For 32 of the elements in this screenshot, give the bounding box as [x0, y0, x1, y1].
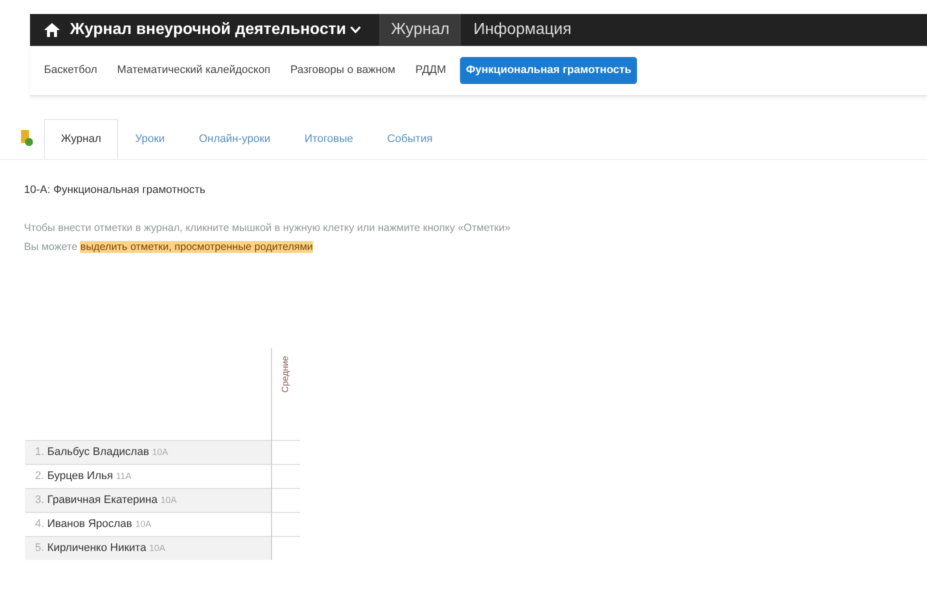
- hint-text: Вы можете: [24, 241, 78, 254]
- journal-icon: [20, 129, 34, 147]
- student-name: Кирличенко Никита 10А: [47, 542, 166, 554]
- grade-cell[interactable]: [271, 536, 300, 560]
- caret-icon: [350, 26, 362, 34]
- student-name: Бурцев Илья 11А: [47, 470, 132, 482]
- grade-cell[interactable]: [271, 440, 300, 464]
- row-number: 5.: [35, 542, 44, 554]
- nav-link[interactable]: Журнал: [379, 14, 462, 46]
- highlight-link[interactable]: выделить отметки, просмотренные родителями: [80, 241, 313, 254]
- row-number: 3.: [35, 494, 44, 506]
- student-name: Гравичная Екатерина 10А: [47, 494, 177, 506]
- nav-link[interactable]: Информация: [461, 14, 584, 46]
- student-name: Бальбус Владислав 10А: [47, 446, 168, 458]
- row-number: 2.: [35, 470, 44, 482]
- row-number: 4.: [35, 518, 44, 530]
- row-number: 1.: [35, 446, 44, 458]
- course-link[interactable]: Математический калейдоскоп: [111, 57, 276, 84]
- page-heading: 10-А: Функциональная грамотность: [24, 183, 206, 198]
- tab[interactable]: Журнал: [44, 119, 118, 159]
- column-header: Средние: [279, 356, 291, 393]
- hint-text: Чтобы внести отметки в журнал, кликните мышкой в нужную клетку или нажмите кнопку «Отметки»: [24, 220, 512, 236]
- grade-cell[interactable]: [271, 512, 300, 536]
- home-icon[interactable]: [44, 23, 60, 37]
- grade-cell[interactable]: [271, 464, 300, 488]
- course-link[interactable]: Разговоры о важном: [284, 57, 402, 84]
- brand-dropdown[interactable]: Журнал внеурочной деятельности: [60, 18, 380, 42]
- course-link[interactable]: Баскетбол: [38, 57, 104, 84]
- course-link[interactable]: Функциональная грамотность: [460, 57, 638, 84]
- grade-cell[interactable]: [271, 488, 300, 512]
- course-link[interactable]: РДДМ: [409, 57, 452, 84]
- student-name: Иванов Ярослав 10А: [47, 518, 152, 530]
